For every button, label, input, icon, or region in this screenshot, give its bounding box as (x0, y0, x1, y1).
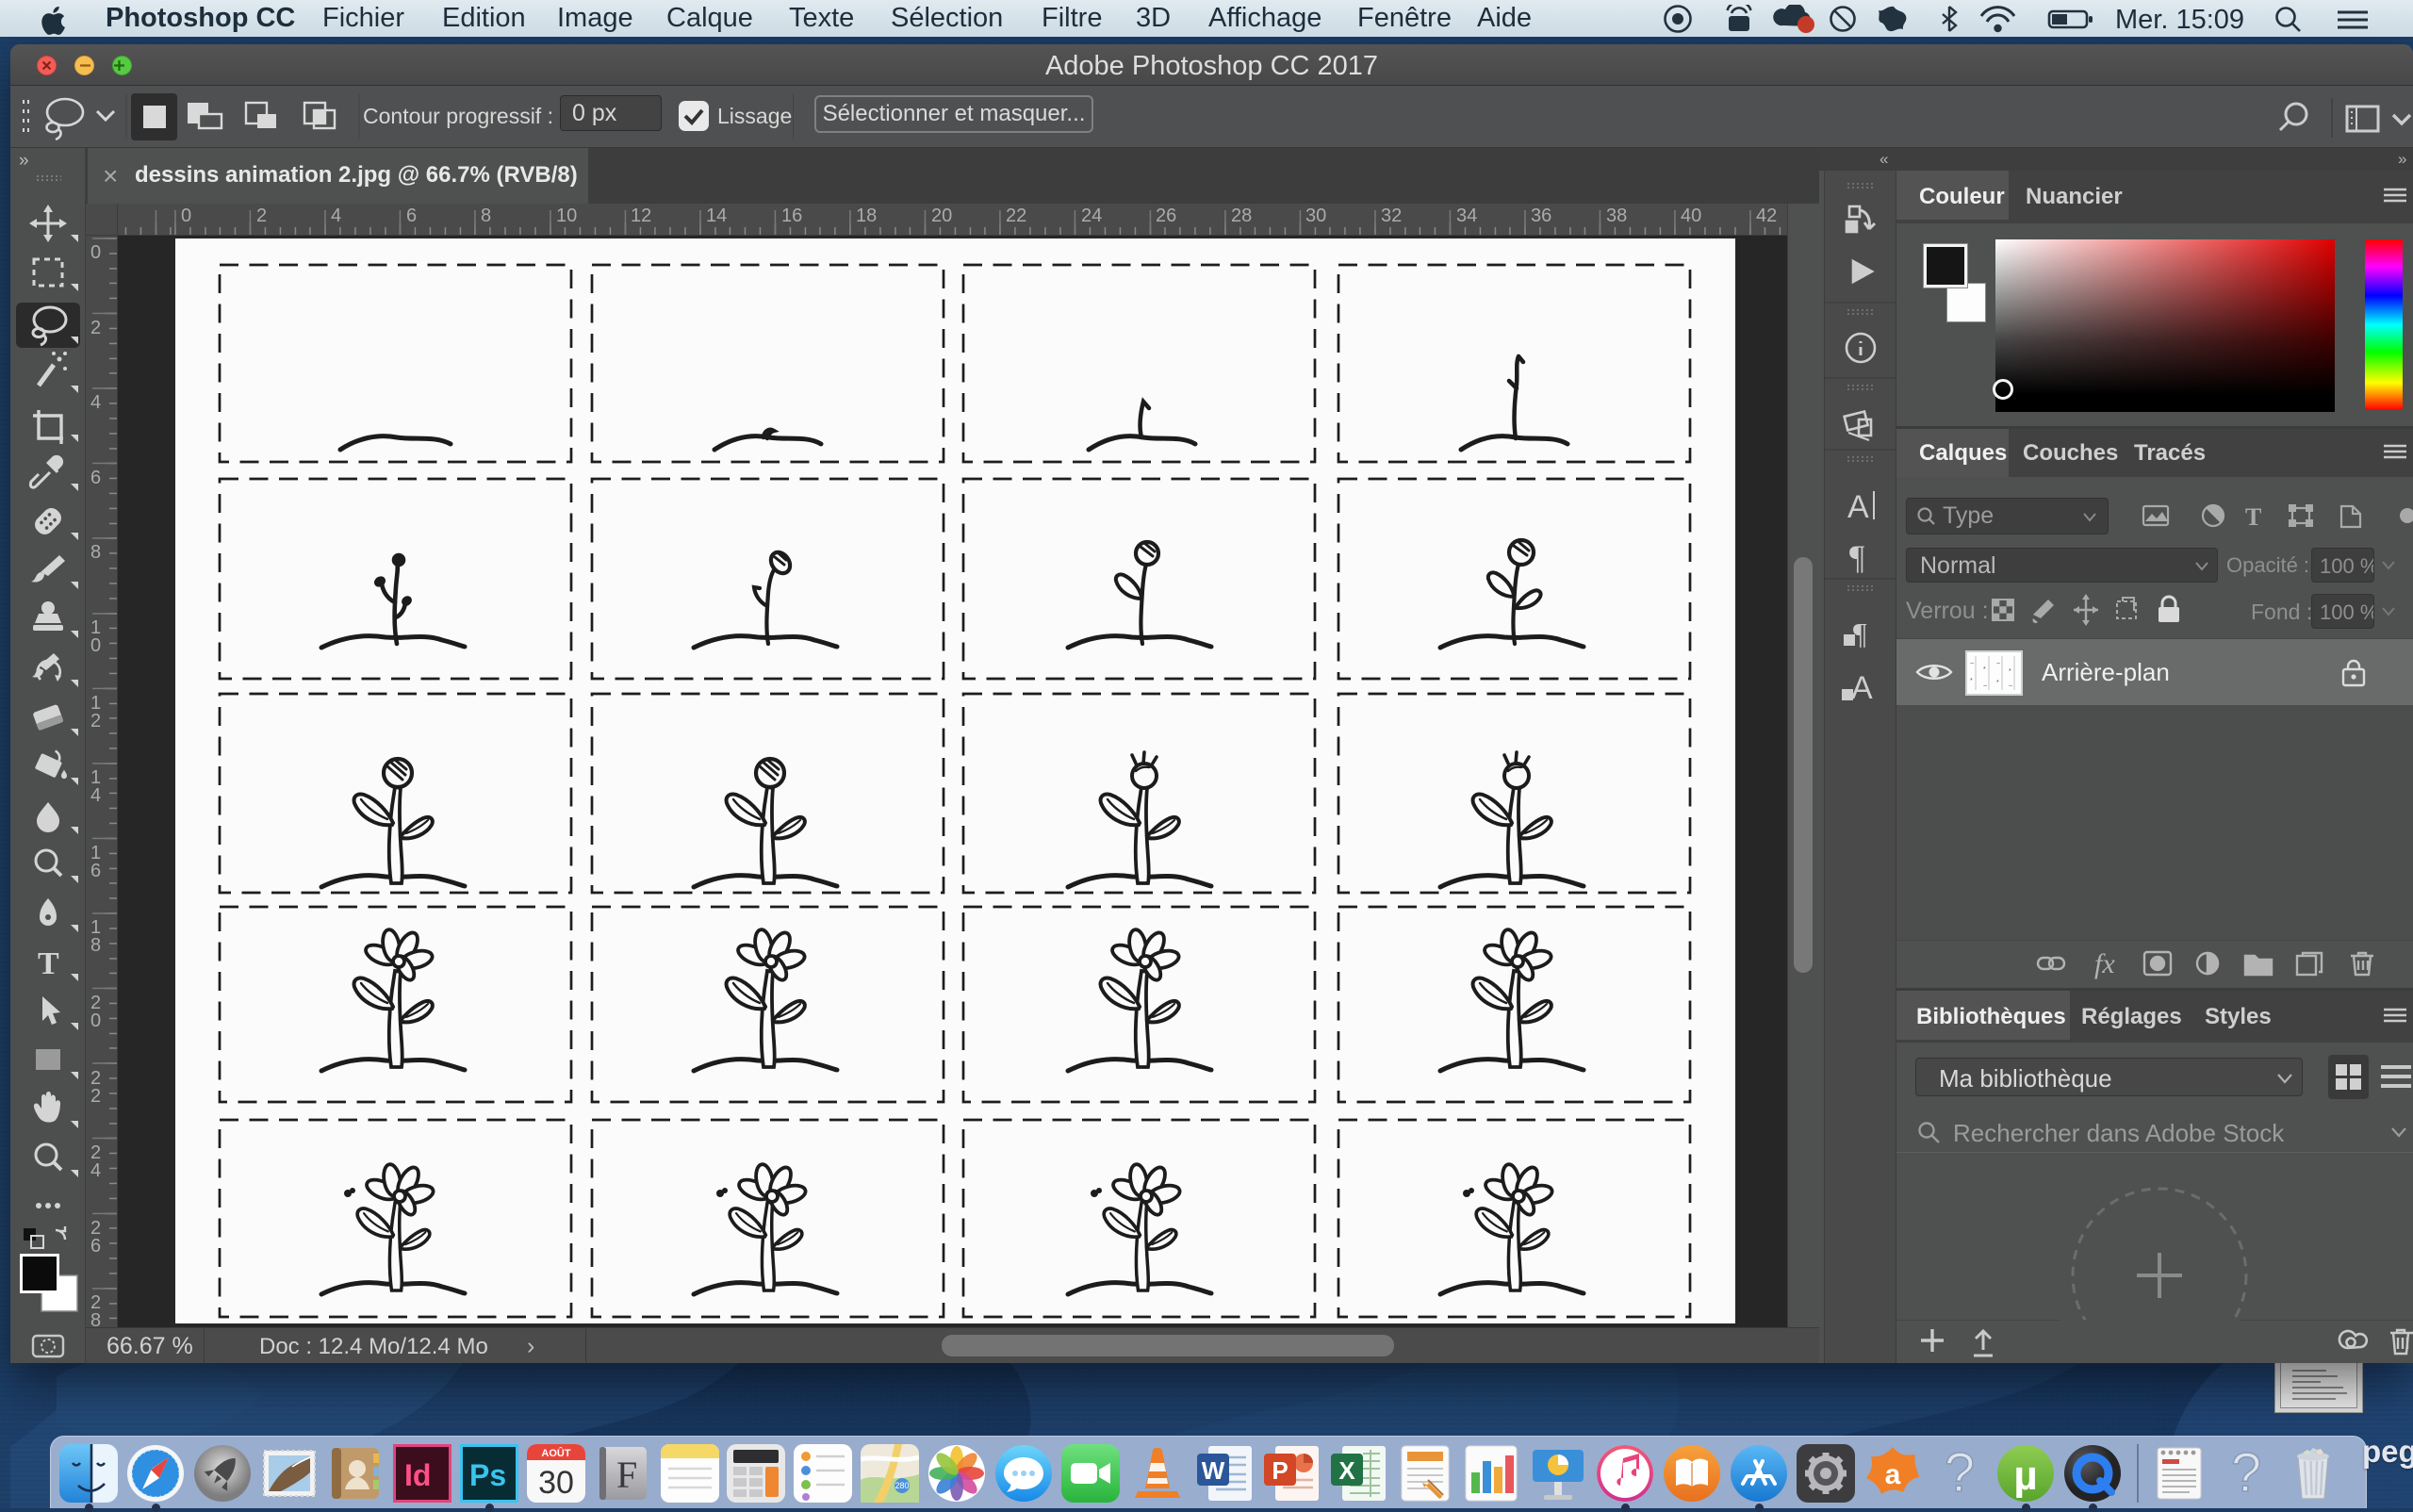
svg-text:¶: ¶ (1853, 616, 1867, 650)
svg-text:X: X (1338, 1456, 1355, 1485)
svg-text:?: ? (2231, 1444, 2261, 1503)
svg-text:*: * (1983, 666, 1986, 673)
svg-text:µ: µ (2013, 1453, 2037, 1499)
svg-text:?: ? (1945, 1444, 1975, 1503)
svg-text:*: * (1996, 680, 1999, 686)
svg-text:F: F (616, 1454, 637, 1496)
svg-text:T: T (38, 946, 59, 981)
svg-text:A: A (1847, 489, 1869, 525)
svg-text:a: a (1886, 11, 1896, 29)
svg-text:P: P (1272, 1456, 1288, 1485)
svg-text:~: ~ (2009, 683, 2012, 690)
svg-text:AOÛT: AOÛT (541, 1447, 570, 1459)
svg-text:T: T (2245, 503, 2261, 530)
svg-text:a: a (1885, 1459, 1901, 1490)
svg-text:~: ~ (1983, 683, 1987, 690)
svg-text:30: 30 (538, 1465, 574, 1501)
svg-text:Mer. 15:09: Mer. 15:09 (2115, 5, 2244, 35)
svg-text:~: ~ (1970, 661, 1974, 667)
svg-text:A: A (1851, 670, 1873, 706)
svg-text:*: * (1970, 678, 1973, 684)
svg-text:280: 280 (895, 1481, 909, 1490)
svg-text:W: W (1202, 1456, 1225, 1485)
svg-text:fx: fx (2094, 948, 2115, 979)
svg-text:*: * (2009, 668, 2011, 675)
svg-text:~: ~ (1996, 661, 2000, 667)
svg-text:Ps: Ps (469, 1458, 506, 1492)
svg-text:Id: Id (404, 1458, 431, 1492)
svg-text:¶: ¶ (1849, 538, 1864, 576)
